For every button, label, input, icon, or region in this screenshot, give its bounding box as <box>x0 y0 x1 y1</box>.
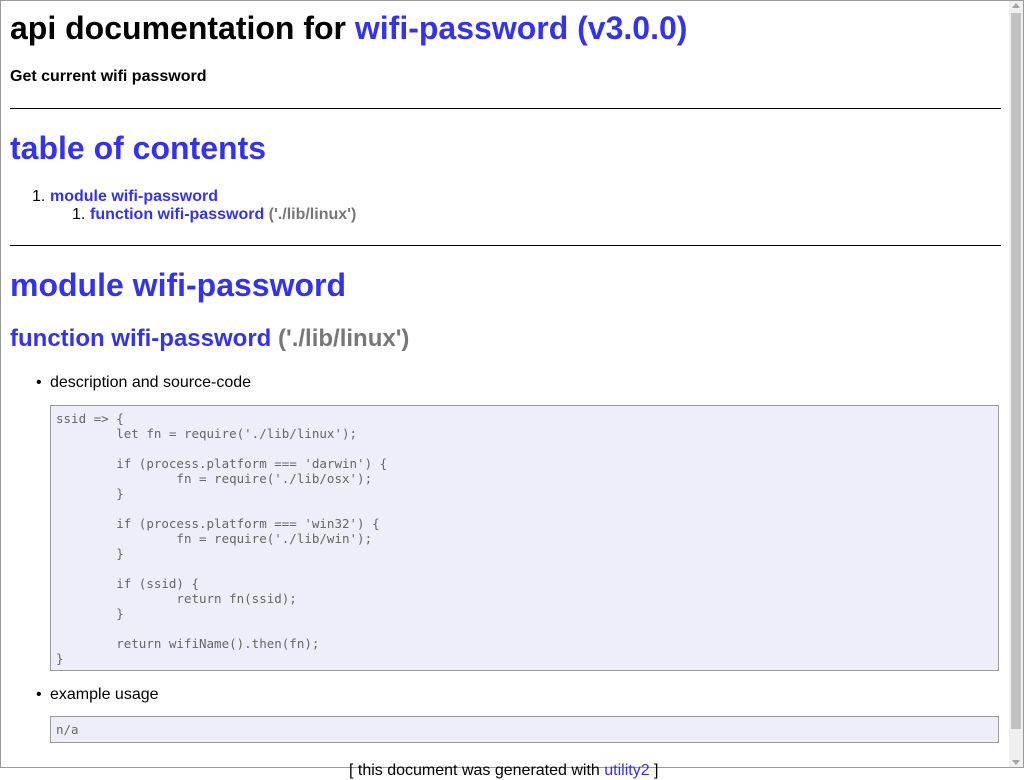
toc-heading: table of contents <box>10 129 266 167</box>
page-title-prefix: api documentation for <box>10 10 346 46</box>
scrollbar-thumb[interactable] <box>1011 13 1021 729</box>
module-heading-link[interactable]: module wifi-password <box>10 267 346 303</box>
toc-item-function: 1. function wifi-password ('./lib/linux'… <box>10 206 356 224</box>
toc-subitem-number: 1. <box>72 206 86 223</box>
toc-item-module: 1. module wifi-password <box>10 188 356 206</box>
function-heading: function wifi-password ('./lib/linux') <box>10 324 409 354</box>
package-link[interactable]: wifi-password (v3.0.0) <box>355 10 688 46</box>
divider <box>10 245 1001 246</box>
toc-link-function[interactable]: function wifi-password <box>90 206 264 223</box>
toc-item-number: 1. <box>32 188 46 205</box>
scroll-down-arrow-icon[interactable] <box>1012 760 1020 765</box>
source-code-block: ssid => { let fn = require('./lib/linux'… <box>50 405 999 671</box>
toc-function-path: ('./lib/linux') <box>268 206 357 223</box>
scroll-up-arrow-icon[interactable] <box>1012 3 1020 8</box>
toc-list: 1. module wifi-password 1. function wifi… <box>10 188 356 224</box>
page-title: api documentation for wifi-password (v3.… <box>10 9 687 47</box>
package-description: Get current wifi password <box>10 68 207 85</box>
vertical-scrollbar[interactable] <box>1009 1 1023 767</box>
toc-heading-link[interactable]: table of contents <box>10 130 266 166</box>
module-heading: module wifi-password <box>10 266 346 304</box>
function-path: ('./lib/linux') <box>278 325 410 352</box>
toc-link-module[interactable]: module wifi-password <box>50 188 218 205</box>
footer: [ this document was generated with utili… <box>349 761 659 780</box>
divider <box>10 108 1001 109</box>
footer-link[interactable]: utility2 <box>604 762 649 779</box>
description-label: description and source-code <box>36 373 251 392</box>
function-heading-link[interactable]: function wifi-password <box>10 325 271 352</box>
example-usage-label: example usage <box>36 685 158 704</box>
footer-suffix: ] <box>649 762 659 779</box>
example-code-block: n/a <box>50 716 999 743</box>
footer-prefix: [ this document was generated with <box>349 762 605 779</box>
